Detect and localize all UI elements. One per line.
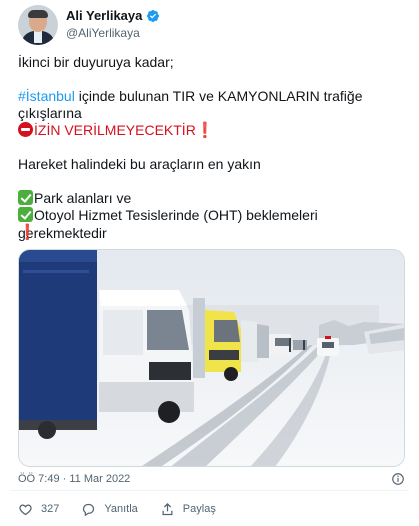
tweet-line-4-text: İZİN VERİLMEYECEKTİR xyxy=(34,122,196,138)
like-button[interactable]: 327 xyxy=(18,502,59,517)
share-icon xyxy=(162,502,173,515)
no-entry-icon xyxy=(18,122,33,137)
tweet-line-5: Hareket halindeki bu araçların en yakın xyxy=(18,156,261,172)
exclamation-icon: ❗ xyxy=(195,122,215,139)
author-handle[interactable]: @AliYerlikaya xyxy=(66,26,140,40)
like-count: 327 xyxy=(41,503,60,515)
tweet-photo[interactable] xyxy=(18,249,405,467)
tweet-line-2-text: içinde bulunan TIR ve KAMYONLARIN trafiğ… xyxy=(74,88,363,104)
reply-bubble-icon xyxy=(83,503,95,516)
tweet-header: Ali Yerlikaya @AliYerlikaya xyxy=(10,5,409,45)
tweet-line-8: ❗ xyxy=(18,223,408,242)
tweet-actions: 327 Yanıtla Paylaş xyxy=(18,499,238,519)
snowy-trucks-photo xyxy=(19,250,404,466)
author-name-row: Ali Yerlikaya xyxy=(66,8,160,23)
tweet-line-4: İZİN VERİLMEYECEKTİR❗ xyxy=(18,121,408,140)
avatar[interactable] xyxy=(18,5,58,45)
share-button[interactable]: Paylaş xyxy=(160,502,216,517)
heart-icon xyxy=(19,503,32,515)
author-display-name[interactable]: Ali Yerlikaya xyxy=(66,8,142,23)
reply-button[interactable]: Yanıtla xyxy=(81,502,138,517)
verified-badge-icon xyxy=(147,9,160,22)
reply-label: Yanıtla xyxy=(104,503,138,515)
hashtag-link[interactable]: #İstanbul xyxy=(18,88,75,104)
check-mark-icon xyxy=(18,190,33,205)
exclamation-icon: ❗ xyxy=(18,224,37,241)
divider xyxy=(10,490,409,491)
tweet-line-3: çıkışlarına xyxy=(18,105,82,121)
tweet-line-6: Park alanları ve xyxy=(18,189,408,207)
tweet-line-2: #İstanbul içinde bulunan TIR ve KAMYONLA… xyxy=(18,87,408,105)
tweet-timestamp[interactable]: ÖÖ 7:49 · 11 Mar 2022 xyxy=(18,473,130,485)
share-label: Paylaş xyxy=(182,503,216,515)
info-icon[interactable] xyxy=(391,472,405,486)
tweet-line-1: İkinci bir duyuruya kadar; xyxy=(18,54,174,70)
check-mark-icon xyxy=(18,207,33,222)
tweet-line-6-text: Park alanları ve xyxy=(34,190,132,206)
